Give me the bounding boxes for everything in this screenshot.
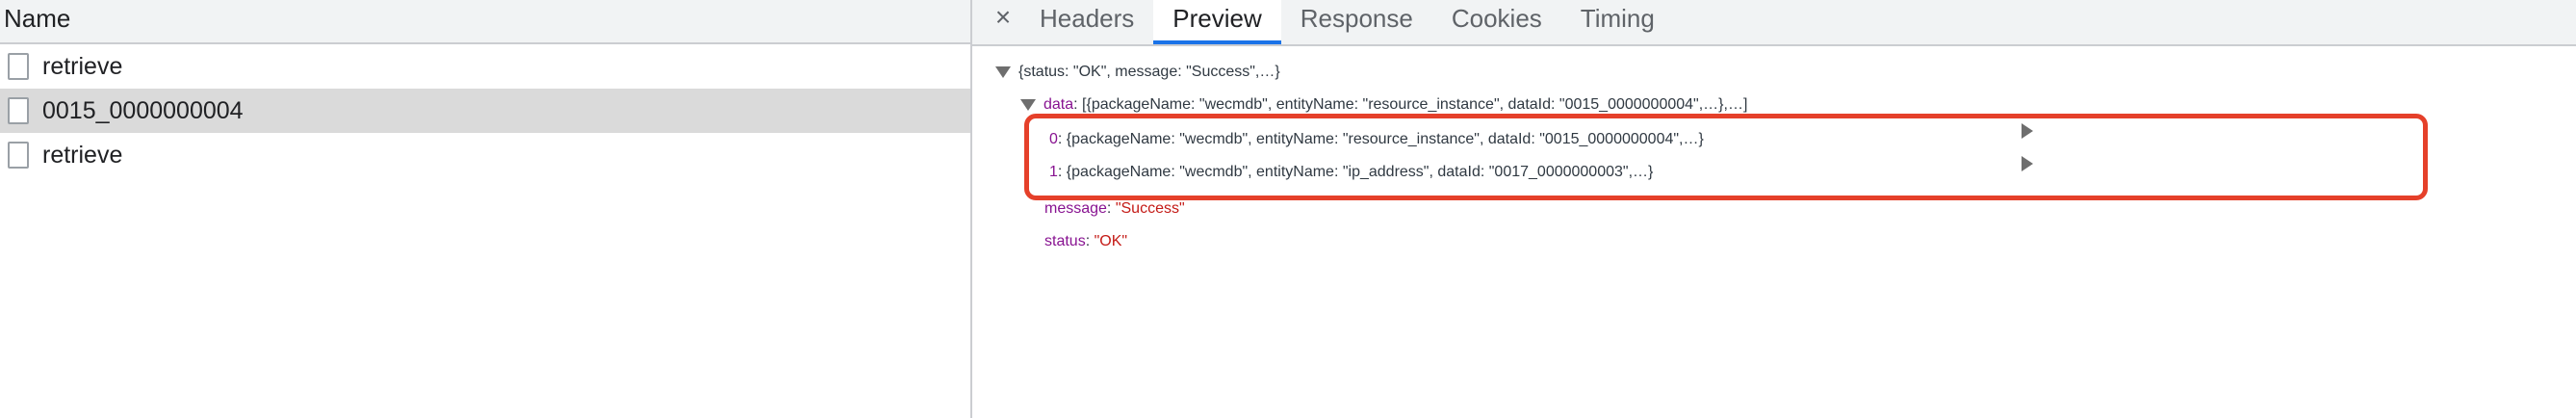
json-item-node[interactable]: 1: {packageName: "wecmdb", entityName: "…	[1049, 156, 2033, 189]
json-status-field: status: "OK"	[1044, 233, 1128, 249]
close-icon[interactable]: ×	[986, 0, 1020, 35]
document-icon	[8, 142, 29, 169]
request-row-selected[interactable]: 0015_0000000004	[0, 89, 970, 133]
status-value: "OK"	[1094, 233, 1128, 249]
request-row[interactable]: retrieve	[0, 44, 970, 89]
data-summary: [{packageName: "wecmdb", entityName: "re…	[1082, 96, 1748, 113]
status-key: status	[1044, 233, 1086, 249]
document-icon	[8, 97, 29, 124]
root-summary: {status: "OK", message: "Success",…}	[1018, 64, 1280, 80]
expand-triangle-icon[interactable]	[1020, 98, 1036, 111]
item-summary: {packageName: "wecmdb", entityName: "ip_…	[1066, 164, 1654, 180]
item-index: 1	[1049, 164, 1058, 180]
request-name: retrieve	[42, 52, 123, 80]
request-name: 0015_0000000004	[42, 96, 244, 124]
collapse-triangle-icon[interactable]	[2022, 156, 2033, 171]
tab-cookies[interactable]: Cookies	[1432, 0, 1561, 44]
item-summary: {packageName: "wecmdb", entityName: "res…	[1066, 131, 1704, 147]
tab-response[interactable]: Response	[1281, 0, 1432, 44]
request-name: retrieve	[42, 141, 123, 169]
name-column-header[interactable]: Name	[0, 0, 970, 44]
item-index: 0	[1049, 131, 1058, 147]
json-message-field: message: "Success"	[1044, 200, 1185, 217]
json-root-node[interactable]: {status: "OK", message: "Success",…}	[995, 56, 1280, 89]
message-key: message	[1044, 200, 1107, 217]
expand-triangle-icon[interactable]	[995, 65, 1011, 78]
detail-tab-bar: × Headers Preview Response Cookies Timin…	[972, 0, 2576, 46]
tab-preview[interactable]: Preview	[1153, 0, 1281, 44]
request-list-panel: Name retrieve 0015_0000000004 retrieve	[0, 0, 972, 418]
tab-timing[interactable]: Timing	[1561, 0, 1674, 44]
tab-headers[interactable]: Headers	[1020, 0, 1153, 44]
document-icon	[8, 53, 29, 80]
data-key: data	[1043, 96, 1074, 113]
request-row[interactable]: retrieve	[0, 133, 970, 177]
json-item-node[interactable]: 0: {packageName: "wecmdb", entityName: "…	[1049, 123, 2033, 156]
collapse-triangle-icon[interactable]	[2022, 123, 2033, 139]
message-value: "Success"	[1115, 200, 1185, 217]
